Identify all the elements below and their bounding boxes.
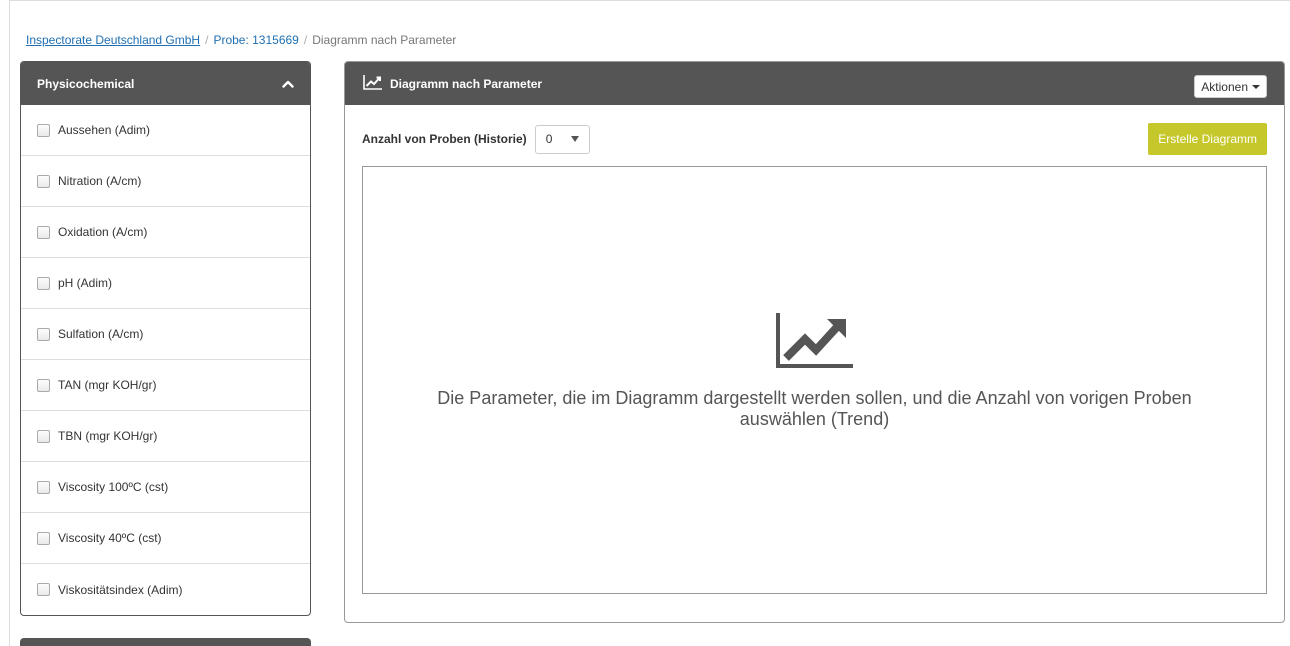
parameter-label: TBN (mgr KOH/gr) [58, 429, 158, 443]
chart-panel-header: Diagramm nach Parameter Aktionen [345, 62, 1284, 105]
history-label: Anzahl von Proben (Historie) [362, 132, 527, 146]
parameter-panel: Physicochemical Aussehen (Adim) Nitration… [20, 61, 311, 616]
parameter-label: Oxidation (A/cm) [58, 225, 148, 239]
parameter-item[interactable]: Oxidation (A/cm) [21, 207, 310, 258]
parameter-label: Viscosity 40ºC (cst) [58, 531, 162, 545]
parameter-list: Aussehen (Adim) Nitration (A/cm) Oxidation… [21, 105, 310, 615]
chart-placeholder-line1: Die Parameter, die im Diagramm dargestel… [437, 387, 1192, 408]
chart-toolbar: Anzahl von Proben (Historie) 0 Erstelle … [362, 123, 1267, 155]
line-chart-icon [775, 312, 853, 368]
parameter-checkbox[interactable] [37, 174, 50, 188]
parameter-panel-header[interactable]: Physicochemical [21, 62, 310, 105]
chart-placeholder-text: Die Parameter, die im Diagramm dargestel… [375, 388, 1255, 430]
create-chart-button[interactable]: Erstelle Diagramm [1148, 123, 1267, 155]
parameter-checkbox[interactable] [37, 583, 50, 596]
parameter-checkbox[interactable] [37, 378, 50, 392]
parameter-label: Nitration (A/cm) [58, 174, 142, 188]
breadcrumb-company-link[interactable]: Inspectorate Deutschland GmbH [26, 33, 200, 47]
parameter-checkbox[interactable] [37, 480, 50, 494]
breadcrumb-separator: / [205, 33, 209, 47]
actions-label: Aktionen [1201, 79, 1248, 94]
parameter-label: pH (Adim) [58, 276, 113, 290]
parameter-item[interactable]: TAN (mgr KOH/gr) [21, 360, 310, 411]
parameter-panel-title: Physicochemical [37, 76, 135, 91]
breadcrumb: Inspectorate Deutschland GmbH / Probe: 131… [26, 33, 456, 47]
parameter-checkbox[interactable] [37, 531, 50, 545]
chart-area: Die Parameter, die im Diagramm dargestel… [362, 166, 1267, 594]
parameter-item[interactable]: Sulfation (A/cm) [21, 309, 310, 360]
second-panel-header[interactable] [20, 638, 311, 646]
history-select[interactable]: 0 [534, 124, 590, 154]
parameter-checkbox[interactable] [37, 225, 50, 239]
parameter-label: Sulfation (A/cm) [58, 327, 144, 341]
parameter-item[interactable]: Viscosity 40ºC (cst) [21, 513, 310, 564]
chart-panel-title: Diagramm nach Parameter [390, 76, 543, 91]
parameter-item[interactable]: pH (Adim) [21, 258, 310, 309]
breadcrumb-separator: / [303, 33, 308, 47]
parameter-label: Aussehen (Adim) [58, 123, 151, 137]
parameter-checkbox[interactable] [37, 276, 50, 290]
parameter-item[interactable]: Viskositätsindex (Adim) [21, 564, 310, 615]
parameter-item[interactable]: Nitration (A/cm) [21, 156, 310, 207]
chart-panel: Diagramm nach Parameter Aktionen Anzahl … [344, 61, 1285, 623]
breadcrumb-current: Diagramm nach Parameter [312, 33, 457, 47]
parameter-item[interactable]: Aussehen (Adim) [21, 105, 310, 156]
parameter-label: TAN (mgr KOH/gr) [58, 378, 157, 392]
caret-down-icon [1252, 84, 1260, 89]
chart-placeholder-line2: auswählen (Trend) [739, 408, 890, 429]
parameter-checkbox[interactable] [37, 429, 50, 443]
line-chart-icon [363, 74, 383, 93]
parameter-label: Viskositätsindex (Adim) [58, 582, 183, 597]
parameter-checkbox[interactable] [37, 327, 50, 341]
parameter-label: Viscosity 100ºC (cst) [58, 480, 169, 494]
breadcrumb-sample-link[interactable]: Probe: 1315669 [213, 33, 298, 47]
triangle-down-icon [570, 136, 579, 142]
parameter-item[interactable]: TBN (mgr KOH/gr) [21, 411, 310, 462]
actions-dropdown-button[interactable]: Aktionen [1194, 75, 1267, 98]
chevron-up-icon[interactable] [282, 78, 294, 90]
parameter-item[interactable]: Viscosity 100ºC (cst) [21, 462, 310, 513]
history-select-value: 0 [545, 132, 553, 146]
parameter-checkbox[interactable] [37, 123, 50, 137]
